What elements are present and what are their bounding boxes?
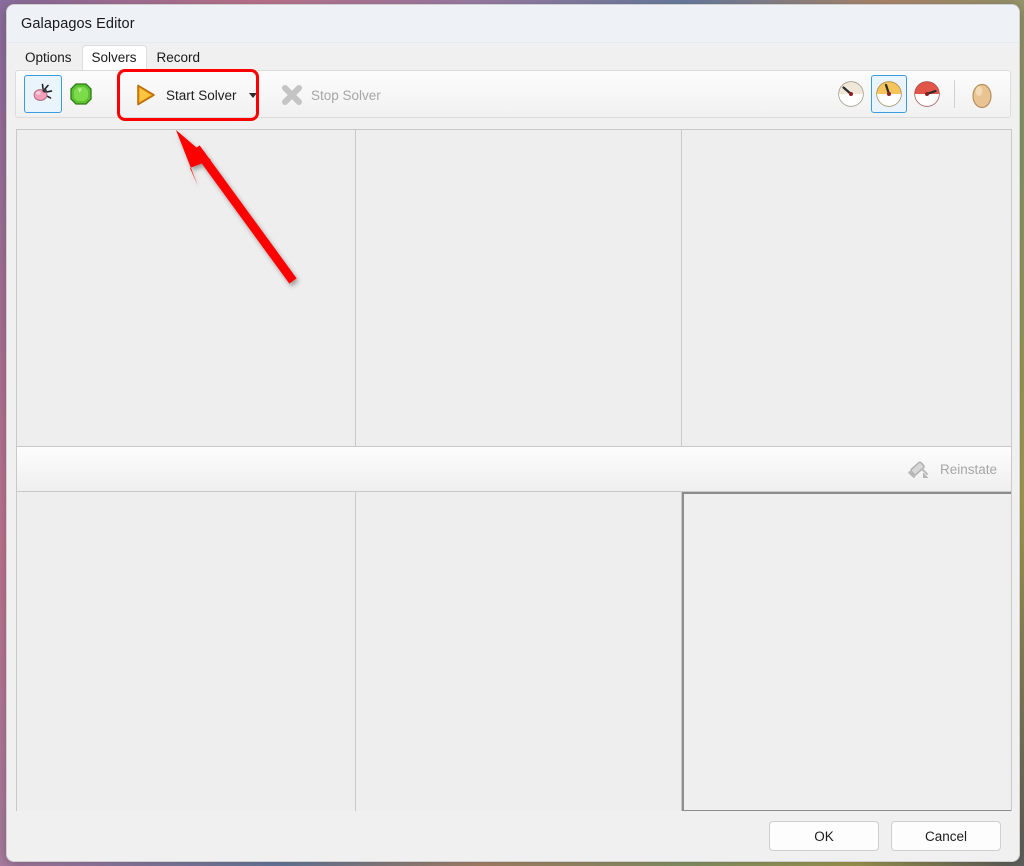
solver-panels-container: Reinstate: [16, 129, 1012, 813]
cancel-button[interactable]: Cancel: [891, 821, 1001, 851]
stop-solver-label: Stop Solver: [311, 87, 381, 103]
beetle-icon: [29, 80, 57, 108]
start-solver-label: Start Solver: [166, 87, 237, 103]
beetle-toggle-button[interactable]: [24, 75, 62, 113]
desktop-background: Galapagos Editor Options Solvers Record: [0, 0, 1024, 866]
reinstate-button[interactable]: Reinstate: [900, 452, 1003, 486]
tab-options[interactable]: Options: [15, 45, 82, 70]
ok-button[interactable]: OK: [769, 821, 879, 851]
gauge-medium-icon: [874, 79, 904, 109]
reinstate-label: Reinstate: [939, 461, 997, 477]
title-bar: Galapagos Editor: [7, 5, 1019, 43]
egg-icon: [969, 79, 995, 109]
tab-solvers[interactable]: Solvers: [81, 45, 147, 70]
gauge-fast-icon: [912, 79, 942, 109]
panel-bottom-middle[interactable]: [356, 492, 682, 812]
tab-record[interactable]: Record: [147, 45, 211, 70]
panel-top-left[interactable]: [17, 130, 356, 446]
green-gem-button[interactable]: [62, 75, 100, 113]
toolbar-right-group: [833, 75, 1010, 113]
x-cross-icon: [279, 82, 305, 108]
top-panel-row: [17, 130, 1011, 446]
start-solver-button[interactable]: Start Solver: [124, 75, 263, 115]
toolbar-separator: [954, 80, 955, 108]
panel-bottom-right[interactable]: [682, 492, 1011, 812]
tab-strip: Options Solvers Record: [7, 43, 1019, 70]
bottom-panel-row: [17, 492, 1011, 812]
dialog-footer: OK Cancel: [7, 811, 1019, 861]
stop-solver-button[interactable]: Stop Solver: [272, 75, 388, 115]
window-title: Galapagos Editor: [21, 15, 135, 32]
gauge-fast-button[interactable]: [909, 75, 945, 113]
play-triangle-icon: [132, 82, 158, 108]
chevron-down-icon[interactable]: [248, 92, 257, 98]
syringe-icon: [906, 456, 932, 482]
gauge-medium-button[interactable]: [871, 75, 907, 113]
panel-bottom-left[interactable]: [17, 492, 356, 812]
green-gem-icon: [67, 80, 95, 108]
egg-button[interactable]: [964, 75, 1000, 113]
solver-toolbar: Start Solver Stop Solver: [15, 69, 1011, 121]
gauge-slow-icon: [836, 79, 866, 109]
gauge-slow-button[interactable]: [833, 75, 869, 113]
panel-top-middle[interactable]: [356, 130, 682, 446]
panel-top-right[interactable]: [682, 130, 1011, 446]
galapagos-editor-dialog: Galapagos Editor Options Solvers Record: [6, 4, 1020, 862]
reinstate-bar: Reinstate: [17, 446, 1011, 492]
